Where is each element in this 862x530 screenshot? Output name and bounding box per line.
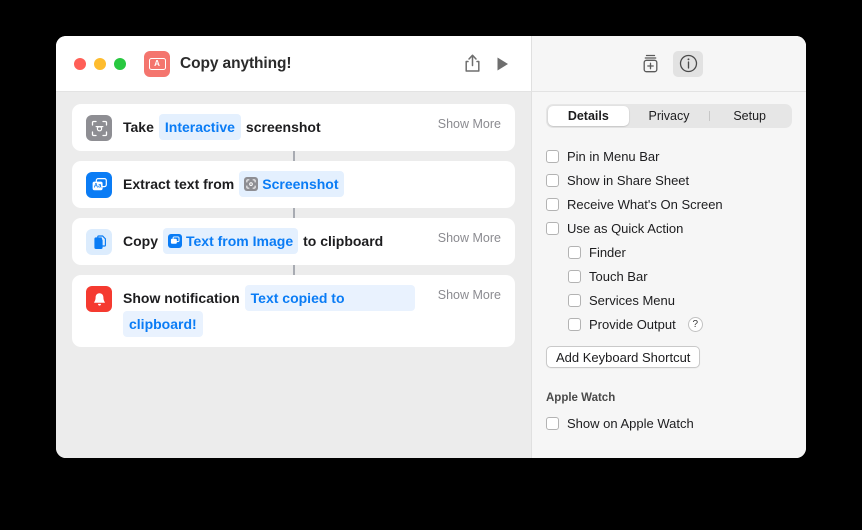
camera-viewfinder-glyph xyxy=(91,120,107,136)
option-label: Use as Quick Action xyxy=(567,220,684,236)
show-more-button[interactable]: Show More xyxy=(438,117,501,131)
notification-text-field[interactable]: Text copied to xyxy=(244,285,415,311)
bell-glyph xyxy=(93,292,105,306)
info-circle-icon xyxy=(679,54,697,73)
option-use-as-quick-action[interactable]: Use as Quick Action xyxy=(546,216,792,240)
notification-text-field-line2[interactable]: clipboard! xyxy=(123,311,203,337)
titlebar-right xyxy=(531,36,806,92)
action-text: Extract text from xyxy=(123,176,235,192)
checkbox[interactable] xyxy=(568,317,581,331)
screenshot-camera-icon xyxy=(244,177,259,191)
window-title: Copy anything! xyxy=(180,54,292,72)
checkbox[interactable] xyxy=(546,416,559,430)
action-row[interactable]: Take Interactive screenshot Show More xyxy=(72,104,515,151)
show-more-button[interactable]: Show More xyxy=(438,231,501,245)
share-button[interactable] xyxy=(457,51,487,77)
window-titlebar: A Copy anything! xyxy=(56,36,806,92)
tab-setup[interactable]: Setup xyxy=(709,106,790,126)
option-label: Receive What's On Screen xyxy=(567,196,723,212)
panel-tabs: Details Privacy Setup xyxy=(546,104,792,128)
option-provide-output[interactable]: Provide Output ? xyxy=(546,312,792,336)
action-variable-token[interactable]: Text from Image xyxy=(163,228,299,254)
add-to-collection-icon xyxy=(643,54,657,73)
titlebar-left: A Copy anything! xyxy=(56,36,531,92)
shortcut-info-button[interactable] xyxy=(673,50,703,77)
camera-viewfinder-glyph xyxy=(246,179,256,189)
option-label: Touch Bar xyxy=(589,268,648,284)
copy-documents-glyph xyxy=(93,234,106,249)
action-variable-token[interactable]: Screenshot xyxy=(239,171,344,197)
option-label: Show in Share Sheet xyxy=(567,172,690,188)
share-icon xyxy=(464,54,480,72)
checkbox[interactable] xyxy=(546,197,559,211)
text-recognition-glyph xyxy=(170,236,180,244)
option-label: Finder xyxy=(589,244,626,260)
action-token[interactable]: Interactive xyxy=(158,114,241,140)
text-recognition-glyph: Aa xyxy=(92,177,107,190)
tab-privacy[interactable]: Privacy xyxy=(629,106,710,126)
action-token-label: Screenshot xyxy=(262,176,339,192)
action-content: Extract text from Screenshot xyxy=(123,171,497,197)
option-pin-in-menu-bar[interactable]: Pin in Menu Bar xyxy=(546,144,792,168)
window-body: Take Interactive screenshot Show More Aa xyxy=(56,92,806,458)
action-row[interactable]: Show notification Text copied to clipboa… xyxy=(72,275,515,347)
action-text: Copy xyxy=(123,233,158,249)
checkbox[interactable] xyxy=(546,173,559,187)
option-services-menu[interactable]: Services Menu xyxy=(546,288,792,312)
action-text: screenshot xyxy=(245,119,321,135)
option-touch-bar[interactable]: Touch Bar xyxy=(546,264,792,288)
checkbox[interactable] xyxy=(546,149,559,163)
action-connector xyxy=(292,208,295,218)
tab-details[interactable]: Details xyxy=(548,106,629,126)
action-connector xyxy=(292,151,295,161)
action-token-label: Text from Image xyxy=(186,233,294,249)
close-window-button[interactable] xyxy=(74,57,86,70)
minimize-window-button[interactable] xyxy=(94,57,106,70)
checkbox[interactable] xyxy=(568,245,581,259)
option-label: Services Menu xyxy=(589,292,675,308)
option-label: Pin in Menu Bar xyxy=(567,148,660,164)
text-recognition-icon xyxy=(168,234,182,248)
add-keyboard-shortcut-button[interactable]: Add Keyboard Shortcut xyxy=(546,346,701,368)
checkbox[interactable] xyxy=(546,221,559,235)
option-receive-whats-on-screen[interactable]: Receive What's On Screen xyxy=(546,192,792,216)
option-show-in-share-sheet[interactable]: Show in Share Sheet xyxy=(546,168,792,192)
checkbox[interactable] xyxy=(568,269,581,283)
option-finder[interactable]: Finder xyxy=(546,240,792,264)
apple-watch-section-header: Apple Watch xyxy=(546,392,616,404)
copy-documents-icon xyxy=(86,229,112,255)
text-recognition-icon: Aa xyxy=(86,172,112,198)
add-to-collection-button[interactable] xyxy=(635,51,665,77)
notification-bell-icon xyxy=(86,286,112,312)
action-text: to clipboard xyxy=(303,233,384,249)
action-content: Take Interactive screenshot xyxy=(123,114,434,140)
action-text: Show notification xyxy=(123,290,240,306)
option-label: Show on Apple Watch xyxy=(567,415,694,431)
shortcuts-window: A Copy anything! Take Interactive screen… xyxy=(56,36,806,458)
screenshot-camera-icon xyxy=(86,115,112,141)
action-text: Take xyxy=(123,119,154,135)
checkbox[interactable] xyxy=(568,293,581,307)
action-row[interactable]: Copy Text from Image to clipboard Show M… xyxy=(72,218,515,265)
action-connector xyxy=(292,265,295,275)
zoom-window-button[interactable] xyxy=(114,57,126,70)
shortcut-app-icon-letter: A xyxy=(148,57,166,70)
action-content: Show notification Text copied to clipboa… xyxy=(123,285,434,337)
option-label: Provide Output xyxy=(589,316,676,332)
shortcut-app-icon: A xyxy=(144,50,170,77)
help-icon[interactable]: ? xyxy=(687,316,703,332)
details-panel: Details Privacy Setup Pin in Menu Bar Sh… xyxy=(531,92,806,458)
svg-text:Aa: Aa xyxy=(93,183,101,189)
action-row[interactable]: Aa Extract text from Screenshot xyxy=(72,161,515,208)
traffic-lights xyxy=(74,57,126,70)
option-show-on-apple-watch[interactable]: Show on Apple Watch xyxy=(546,411,792,435)
workflow-editor: Take Interactive screenshot Show More Aa xyxy=(56,92,531,458)
action-content: Copy Text from Image to clipboard xyxy=(123,228,434,254)
show-more-button[interactable]: Show More xyxy=(438,288,501,302)
run-shortcut-button[interactable] xyxy=(487,51,517,77)
play-icon xyxy=(497,57,508,70)
